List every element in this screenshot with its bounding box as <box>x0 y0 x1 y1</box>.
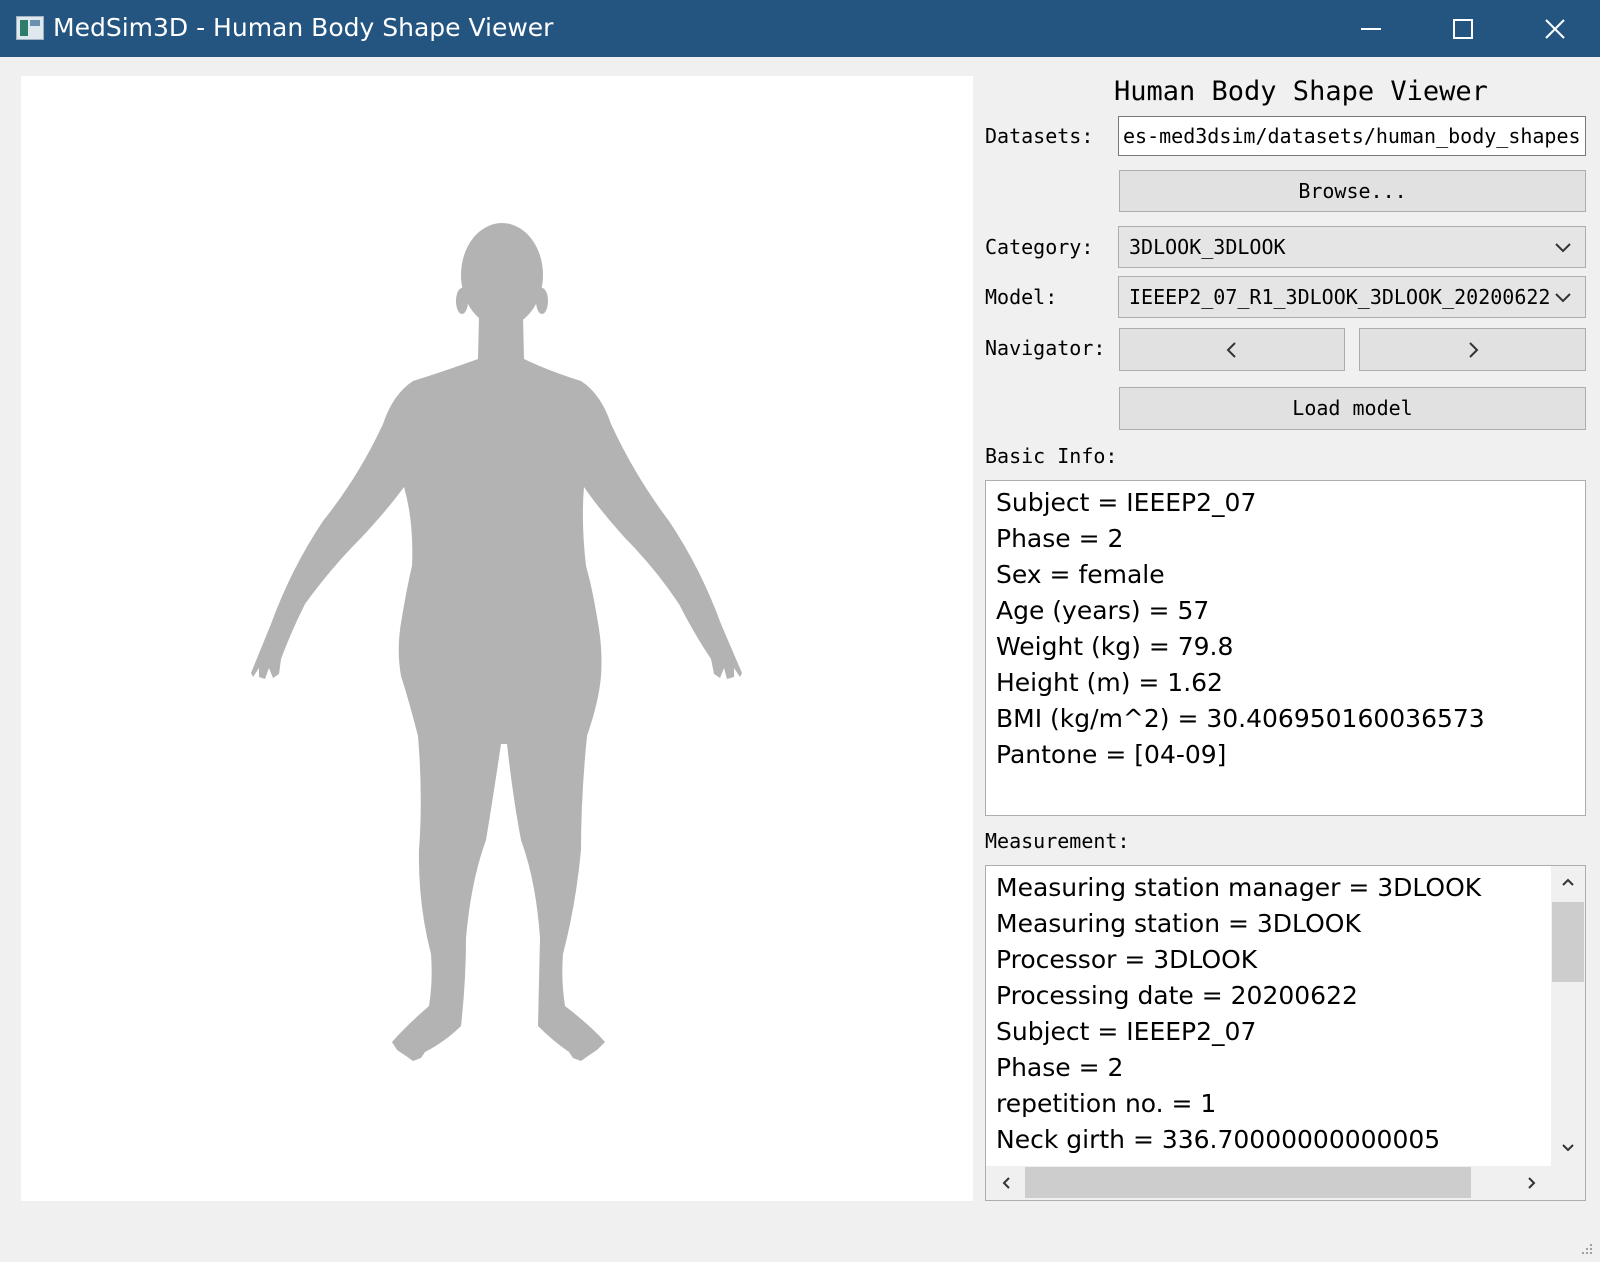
datasets-path-field[interactable]: es-med3dsim/datasets/human_body_shapes <box>1118 116 1586 156</box>
basic-info-line: BMI (kg/m^2) = 30.406950160036573 <box>996 704 1485 733</box>
basic-info-line: Sex = female <box>996 560 1165 589</box>
category-value: 3DLOOK_3DLOOK <box>1129 235 1286 259</box>
minimize-icon <box>1361 28 1381 30</box>
app-window: MedSim3D - Human Body Shape Viewer Human… <box>0 0 1600 1262</box>
maximize-icon <box>1453 19 1473 39</box>
minimize-button[interactable] <box>1326 0 1416 57</box>
measurement-line: Measuring station = 3DLOOK <box>996 909 1361 938</box>
chevron-down-icon <box>1555 243 1571 253</box>
navigator-label: Navigator: <box>985 336 1106 360</box>
basic-info-line: Subject = IEEEP2_07 <box>996 488 1257 517</box>
maximize-button[interactable] <box>1418 0 1508 57</box>
resize-grip-icon[interactable] <box>1578 1240 1594 1256</box>
app-icon <box>16 16 44 40</box>
category-select[interactable]: 3DLOOK_3DLOOK <box>1118 226 1586 268</box>
horizontal-scrollbar[interactable] <box>986 1166 1585 1200</box>
previous-model-button[interactable] <box>1119 328 1345 371</box>
close-button[interactable] <box>1510 0 1600 57</box>
measurement-line: Subject = IEEEP2_07 <box>996 1017 1257 1046</box>
model-value: IEEEP2_07_R1_3DLOOK_3DLOOK_20200622 <box>1129 285 1551 309</box>
category-label: Category: <box>985 235 1094 259</box>
chevron-down-icon <box>1555 293 1571 303</box>
measurement-line: Processor = 3DLOOK <box>996 945 1258 974</box>
scroll-right-icon[interactable] <box>1524 1175 1540 1191</box>
title-bar[interactable]: MedSim3D - Human Body Shape Viewer <box>0 0 1600 57</box>
measurement-line: Neck girth = 336.70000000000005 <box>996 1125 1441 1154</box>
scroll-left-icon[interactable] <box>998 1175 1014 1191</box>
vertical-scrollbar[interactable] <box>1551 866 1585 1166</box>
basic-info-line: Pantone = [04-09] <box>996 740 1227 769</box>
scroll-up-icon[interactable] <box>1560 874 1576 890</box>
horizontal-scroll-thumb[interactable] <box>1025 1167 1471 1198</box>
vertical-scroll-thumb[interactable] <box>1552 902 1584 982</box>
close-icon <box>1545 19 1565 39</box>
basic-info-text[interactable]: Subject = IEEEP2_07 Phase = 2 Sex = fema… <box>985 480 1586 816</box>
next-model-button[interactable] <box>1359 328 1586 371</box>
scroll-down-icon[interactable] <box>1560 1140 1576 1156</box>
measurement-line: repetition no. = 1 <box>996 1089 1217 1118</box>
browse-button[interactable]: Browse... <box>1119 170 1586 212</box>
chevron-right-icon <box>1468 342 1478 358</box>
basic-info-line: Height (m) = 1.62 <box>996 668 1223 697</box>
basic-info-line: Phase = 2 <box>996 524 1124 553</box>
model-select[interactable]: IEEEP2_07_R1_3DLOOK_3DLOOK_20200622 <box>1118 276 1586 318</box>
basic-info-line: Weight (kg) = 79.8 <box>996 632 1234 661</box>
measurement-line: Processing date = 20200622 <box>996 981 1358 1010</box>
chevron-left-icon <box>1226 342 1236 358</box>
load-model-button[interactable]: Load model <box>1119 387 1586 430</box>
window-title: MedSim3D - Human Body Shape Viewer <box>53 13 554 42</box>
measurement-line: Measuring station manager = 3DLOOK <box>996 873 1482 902</box>
panel-title: Human Body Shape Viewer <box>1114 76 1488 107</box>
basic-info-label: Basic Info: <box>985 444 1118 468</box>
measurement-line: Phase = 2 <box>996 1053 1124 1082</box>
body-silhouette <box>251 223 742 1061</box>
measurement-label: Measurement: <box>985 829 1130 853</box>
model-label: Model: <box>985 285 1058 309</box>
3d-viewport[interactable] <box>21 76 973 1201</box>
basic-info-line: Age (years) = 57 <box>996 596 1210 625</box>
measurement-text[interactable]: Measuring station manager = 3DLOOK Measu… <box>985 865 1586 1201</box>
datasets-label: Datasets: <box>985 124 1094 148</box>
